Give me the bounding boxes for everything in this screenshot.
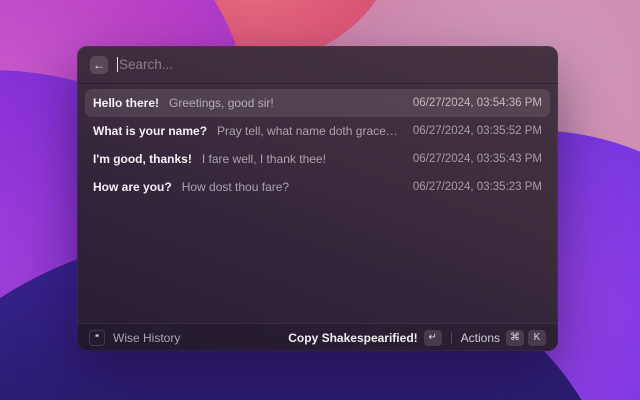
row-timestamp: 06/27/2024, 03:35:23 PM xyxy=(412,181,542,193)
k-key-icon: K xyxy=(528,329,546,346)
copy-shakespearified-button[interactable]: Copy Shakespearified! ↵ xyxy=(288,329,442,346)
history-row[interactable]: I'm good, thanks! I fare well, I thank t… xyxy=(85,145,550,173)
back-arrow-icon: ← xyxy=(93,57,105,72)
history-list: Hello there! Greetings, good sir! 06/27/… xyxy=(77,84,558,323)
return-key-icon: ↵ xyxy=(423,329,442,346)
quote-icon: ❝ xyxy=(89,329,105,346)
row-original-text: Hello there! xyxy=(93,96,160,110)
row-original-text: How are you? xyxy=(93,180,172,194)
quote-glyph: ❝ xyxy=(94,332,100,342)
history-row[interactable]: What is your name? Pray tell, what name … xyxy=(85,117,550,145)
actions-button[interactable]: Actions ⌘ K xyxy=(460,329,546,346)
row-shakespearified-text: Pray tell, what name doth grace thy lips… xyxy=(217,124,401,138)
command-key-icon: ⌘ xyxy=(506,329,524,346)
row-original-text: I'm good, thanks! xyxy=(93,152,192,166)
footer-divider xyxy=(450,331,452,344)
launcher-window: ← Hello there! Greetings, good sir! 06/2… xyxy=(77,46,558,351)
action-bar: ❝ Wise History Copy Shakespearified! ↵ A… xyxy=(77,323,558,351)
row-shakespearified-text: How dost thou fare? xyxy=(181,180,290,194)
text-caret xyxy=(117,57,118,72)
extension-name: Wise History xyxy=(113,330,181,345)
back-button[interactable]: ← xyxy=(90,55,108,74)
row-original-text: What is your name? xyxy=(93,124,208,138)
row-shakespearified-text: Greetings, good sir! xyxy=(169,96,274,110)
actions-label: Actions xyxy=(460,330,500,345)
desktop: ← Hello there! Greetings, good sir! 06/2… xyxy=(0,0,640,400)
primary-action-label: Copy Shakespearified! xyxy=(288,330,418,345)
history-row[interactable]: Hello there! Greetings, good sir! 06/27/… xyxy=(85,89,550,117)
row-timestamp: 06/27/2024, 03:54:36 PM xyxy=(412,97,542,109)
row-timestamp: 06/27/2024, 03:35:52 PM xyxy=(412,125,542,137)
search-input[interactable] xyxy=(119,57,545,72)
row-timestamp: 06/27/2024, 03:35:43 PM xyxy=(412,153,542,165)
row-shakespearified-text: I fare well, I thank thee! xyxy=(201,152,326,166)
history-row[interactable]: How are you? How dost thou fare? 06/27/2… xyxy=(85,173,550,201)
footer-actions: Copy Shakespearified! ↵ Actions ⌘ K xyxy=(288,329,546,346)
search-bar: ← xyxy=(77,46,558,84)
